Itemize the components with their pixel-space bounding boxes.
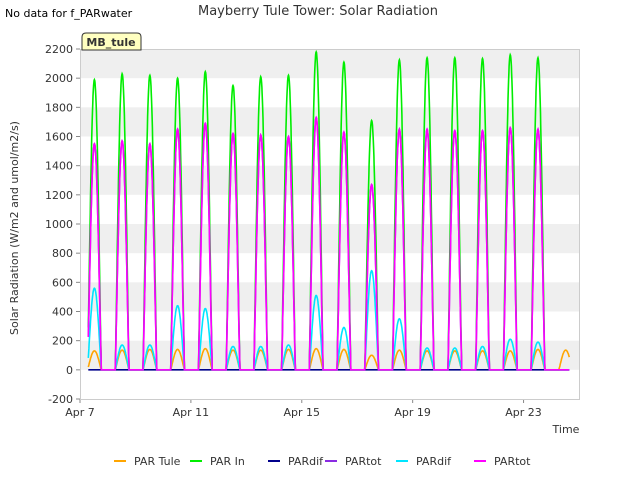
solar-radiation-chart: -200 0 200 400 600 800 1000 1200 1400 1600 1800 200…: [8, 4, 580, 468]
y-tick-label: 400: [52, 306, 73, 319]
y-tick-label: 800: [52, 247, 73, 260]
y-tick-label: 1200: [45, 189, 73, 202]
legend-entry: PARdif: [416, 455, 452, 468]
y-tick-label: 2200: [45, 43, 73, 56]
grid-band: [80, 165, 579, 195]
x-tick-label: Apr 19: [394, 406, 431, 419]
legend-entry: PARtot: [494, 455, 531, 468]
y-tick-label: 1600: [45, 131, 73, 144]
y-axis: -200 0 200 400 600 800 1000 1200 1400 1600 1800 200…: [45, 43, 80, 406]
grid-band: [80, 49, 579, 79]
y-tick-label: -200: [48, 393, 73, 406]
legend-entry: PAR Tule: [134, 455, 181, 468]
x-tick-label: Apr 11: [173, 406, 210, 419]
y-axis-label: Solar Radiation (W/m2 and umol/m2/s): [8, 121, 21, 335]
chart-title: Mayberry Tule Tower: Solar Radiation: [198, 4, 438, 19]
x-tick-label: Apr 23: [505, 406, 542, 419]
y-tick-label: 2000: [45, 72, 73, 85]
x-tick-label: Apr 7: [65, 406, 95, 419]
x-tick-label: Apr 15: [284, 406, 321, 419]
legend: PAR Tule PAR In PARdif PARtot PARdif PARtot: [114, 455, 531, 468]
site-label: MB_tule: [86, 36, 135, 49]
y-tick-label: 200: [52, 335, 73, 348]
y-tick-label: 0: [66, 364, 73, 377]
grid-band: [80, 107, 579, 137]
legend-entry: PAR In: [210, 455, 245, 468]
legend-entry: PARtot: [345, 455, 382, 468]
y-tick-label: 600: [52, 276, 73, 289]
legend-entry: PARdif: [288, 455, 324, 468]
y-tick-label: 1800: [45, 101, 73, 114]
x-axis: Apr 7 Apr 11 Apr 15 Apr 19 Apr 23: [65, 399, 542, 419]
y-tick-label: 1400: [45, 160, 73, 173]
x-axis-label: Time: [552, 423, 580, 436]
y-tick-label: 1000: [45, 218, 73, 231]
site-label-box: MB_tule: [81, 32, 142, 51]
